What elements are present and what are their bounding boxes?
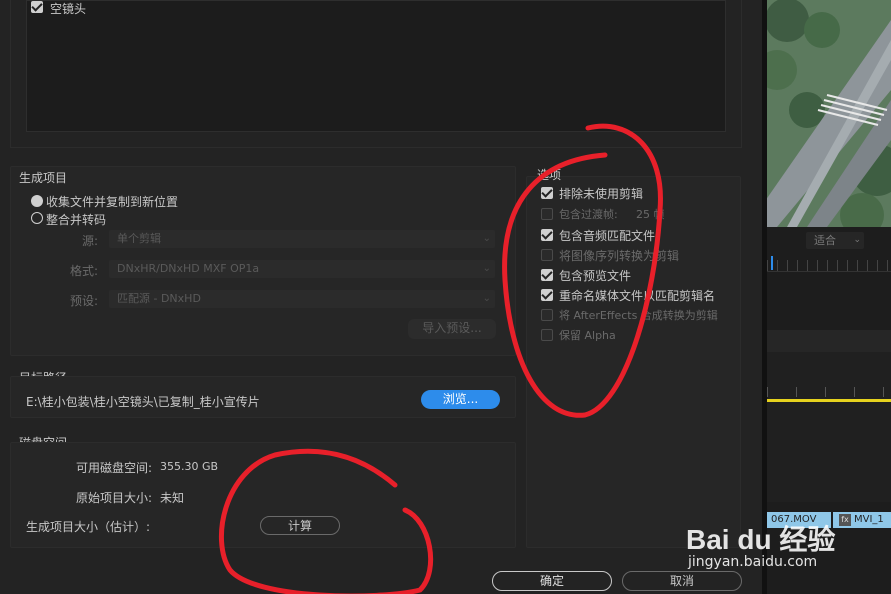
consolidate-label: 整合并转码 [46,213,107,227]
include-handles-checkbox[interactable] [541,208,553,220]
preset-select[interactable]: 匹配源 - DNxHD ⌄ [109,290,495,308]
source-value: 单个剪辑 [117,232,161,245]
original-size-label: 原始项目大小: [76,491,153,505]
include-handles-label: 包含过渡帧: [559,208,618,221]
original-size-value: 未知 [160,491,185,505]
generated-size-label: 生成项目大小（估计）: [26,520,151,534]
work-area-bar[interactable] [767,399,891,402]
format-value: DNxHR/DNxHD MXF OP1a [117,262,260,275]
available-space-value: 355.30 GB [160,460,219,473]
target-path-value: E:\桂小包装\桂小空镜头\已复制_桂小宣传片 [26,395,260,409]
top-panel-border [10,0,742,148]
convert-ae-comps-label: 将 AfterEffects 合成转换为剪辑 [559,309,718,322]
options-title: 选项 [537,168,562,182]
project-manager-dialog: 空镜头 生成项目 收集文件并复制到新位置 整合并转码 源: 单个剪辑 ⌄ 格式:… [0,0,762,594]
timeline-header [767,330,891,352]
available-space-label: 可用磁盘空间: [76,461,153,475]
preset-label: 预设: [70,294,99,308]
rename-media-label: 重命名媒体文件以匹配剪辑名 [559,289,716,303]
road-aerial-thumbnail [767,0,891,227]
format-label: 格式: [70,264,99,278]
calculate-button[interactable]: 计算 [260,516,340,535]
timeline-area [767,352,891,502]
collect-files-label: 收集文件并复制到新位置 [46,195,179,209]
baidu-watermark: Bai du 经验 jingyan.baidu.com [686,518,856,578]
chevron-down-icon: ⌄ [482,293,491,304]
clip-mvi-label: MVI_1 [854,514,884,525]
fit-label: 适合 [814,234,836,247]
preset-value: 匹配源 - DNxHD [117,292,201,305]
fit-dropdown[interactable]: 适合 ⌄ [806,232,864,249]
chevron-down-icon: ⌄ [853,235,861,245]
include-preview-checkbox[interactable] [541,269,553,281]
include-audio-conform-checkbox[interactable] [541,229,553,241]
consolidate-radio[interactable] [31,212,43,224]
convert-image-sequence-label: 将图像序列转换为剪辑 [559,249,680,263]
baidu-brand: Bai du 经验 [686,524,836,555]
import-preset-button[interactable]: 导入预设... [408,319,496,339]
exclude-unused-label: 排除未使用剪辑 [559,187,644,201]
chevron-down-icon: ⌄ [482,233,491,244]
rename-media-checkbox[interactable] [541,289,553,301]
timeline-ticks [767,387,891,397]
handles-frames-value[interactable]: 25 帧 [636,206,665,222]
convert-image-sequence-checkbox[interactable] [541,249,553,261]
chevron-down-icon: ⌄ [482,263,491,274]
ok-button[interactable]: 确定 [492,571,612,591]
preserve-alpha-checkbox[interactable] [541,329,553,341]
source-label: 源: [82,234,99,248]
convert-ae-comps-checkbox[interactable] [541,309,553,321]
playhead-ruler [767,260,891,272]
collect-files-radio[interactable] [31,195,43,207]
baidu-url: jingyan.baidu.com [688,554,818,570]
include-preview-label: 包含预览文件 [559,269,632,283]
generate-project-title: 生成项目 [19,171,68,185]
include-audio-conform-label: 包含音频匹配文件 [559,229,656,243]
playhead-marker[interactable] [771,256,773,270]
preserve-alpha-label: 保留 Alpha [559,329,616,342]
format-select[interactable]: DNxHR/DNxHD MXF OP1a ⌄ [109,260,495,278]
source-select[interactable]: 单个剪辑 ⌄ [109,230,495,248]
exclude-unused-checkbox[interactable] [541,187,553,199]
browse-button[interactable]: 浏览... [421,390,500,409]
video-preview-image [767,0,891,227]
